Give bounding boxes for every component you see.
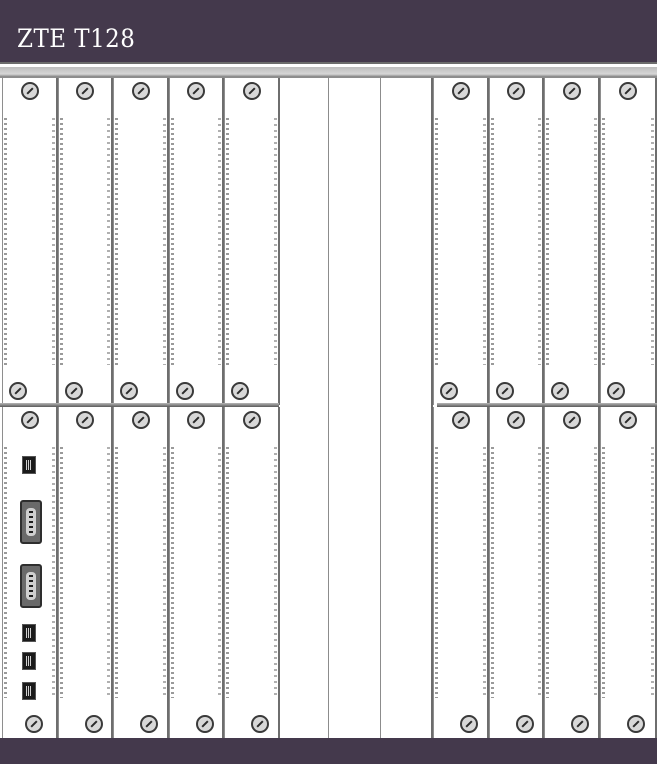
screw-icon: [440, 382, 458, 400]
ethernet-port-icon[interactable]: [22, 652, 36, 670]
ethernet-port-icon[interactable]: [22, 682, 36, 700]
ethernet-port-icon[interactable]: [22, 456, 36, 474]
card-slot-lower-8[interactable]: [544, 407, 600, 738]
screw-icon: [251, 715, 269, 733]
screw-icon: [20, 411, 39, 429]
card-slot-lower-9[interactable]: [600, 407, 657, 738]
screw-icon: [242, 411, 261, 429]
screw-icon: [496, 382, 514, 400]
screw-icon: [76, 82, 94, 100]
top-rail: [0, 64, 657, 78]
screw-icon: [507, 82, 525, 100]
card-slot-upper-2[interactable]: [58, 78, 113, 405]
card-slot-upper-9[interactable]: [600, 78, 657, 405]
screw-icon: [20, 82, 39, 100]
card-slot-upper-5[interactable]: [224, 78, 280, 405]
card-slot-lower-1-control[interactable]: [2, 407, 58, 738]
card-slot-upper-8[interactable]: [544, 78, 600, 405]
screw-icon: [85, 715, 103, 733]
serial-port-icon[interactable]: [20, 500, 42, 544]
empty-slot-divider: [431, 78, 433, 738]
screw-icon: [627, 715, 645, 733]
screw-icon: [451, 411, 470, 429]
ethernet-port-icon[interactable]: [22, 624, 36, 642]
card-slot-lower-6[interactable]: [433, 407, 489, 738]
screw-icon: [242, 82, 261, 100]
card-slot-lower-3[interactable]: [113, 407, 169, 738]
bottom-frame: [0, 738, 657, 764]
screw-icon: [231, 382, 249, 400]
card-slot-upper-3[interactable]: [113, 78, 169, 405]
title-bar: ZTE T128: [0, 0, 657, 62]
card-slot-upper-7[interactable]: [489, 78, 544, 405]
screw-icon: [131, 411, 150, 429]
card-slot-upper-4[interactable]: [169, 78, 224, 405]
screw-icon: [619, 82, 637, 100]
screw-icon: [65, 382, 83, 400]
screw-icon: [187, 411, 205, 429]
card-slot-lower-2[interactable]: [58, 407, 113, 738]
screw-icon: [187, 82, 205, 100]
screw-icon: [516, 715, 534, 733]
screw-icon: [140, 715, 158, 733]
screw-icon: [562, 82, 581, 100]
card-slot-lower-4[interactable]: [169, 407, 224, 738]
empty-slot-divider: [380, 78, 381, 738]
screw-icon: [571, 715, 589, 733]
screw-icon: [451, 82, 470, 100]
card-slot-upper-1[interactable]: [2, 78, 58, 405]
screw-icon: [619, 411, 637, 429]
serial-port-icon[interactable]: [20, 564, 42, 608]
screw-icon: [120, 382, 138, 400]
card-slot-lower-7[interactable]: [489, 407, 544, 738]
screw-icon: [460, 715, 478, 733]
screw-icon: [551, 382, 569, 400]
screw-icon: [9, 382, 27, 400]
screw-icon: [507, 411, 525, 429]
screw-icon: [76, 411, 94, 429]
screw-icon: [607, 382, 625, 400]
screw-icon: [562, 411, 581, 429]
card-slot-lower-5[interactable]: [224, 407, 280, 738]
screw-icon: [25, 715, 43, 733]
screw-icon: [196, 715, 214, 733]
card-slot-upper-6[interactable]: [433, 78, 489, 405]
device-title: ZTE T128: [17, 24, 136, 53]
screw-icon: [176, 382, 194, 400]
screw-icon: [131, 82, 150, 100]
empty-slot-divider: [328, 78, 329, 738]
